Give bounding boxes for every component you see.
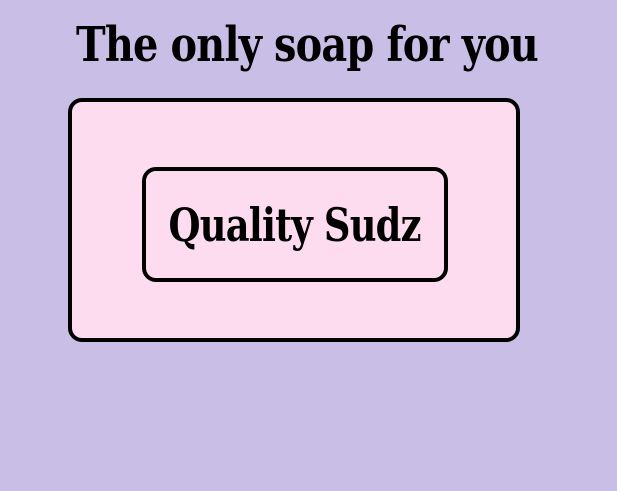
brand-name: Quality Sudz: [168, 197, 422, 252]
soap-label: Quality Sudz: [142, 167, 448, 282]
headline: The only soap for you: [76, 17, 539, 73]
